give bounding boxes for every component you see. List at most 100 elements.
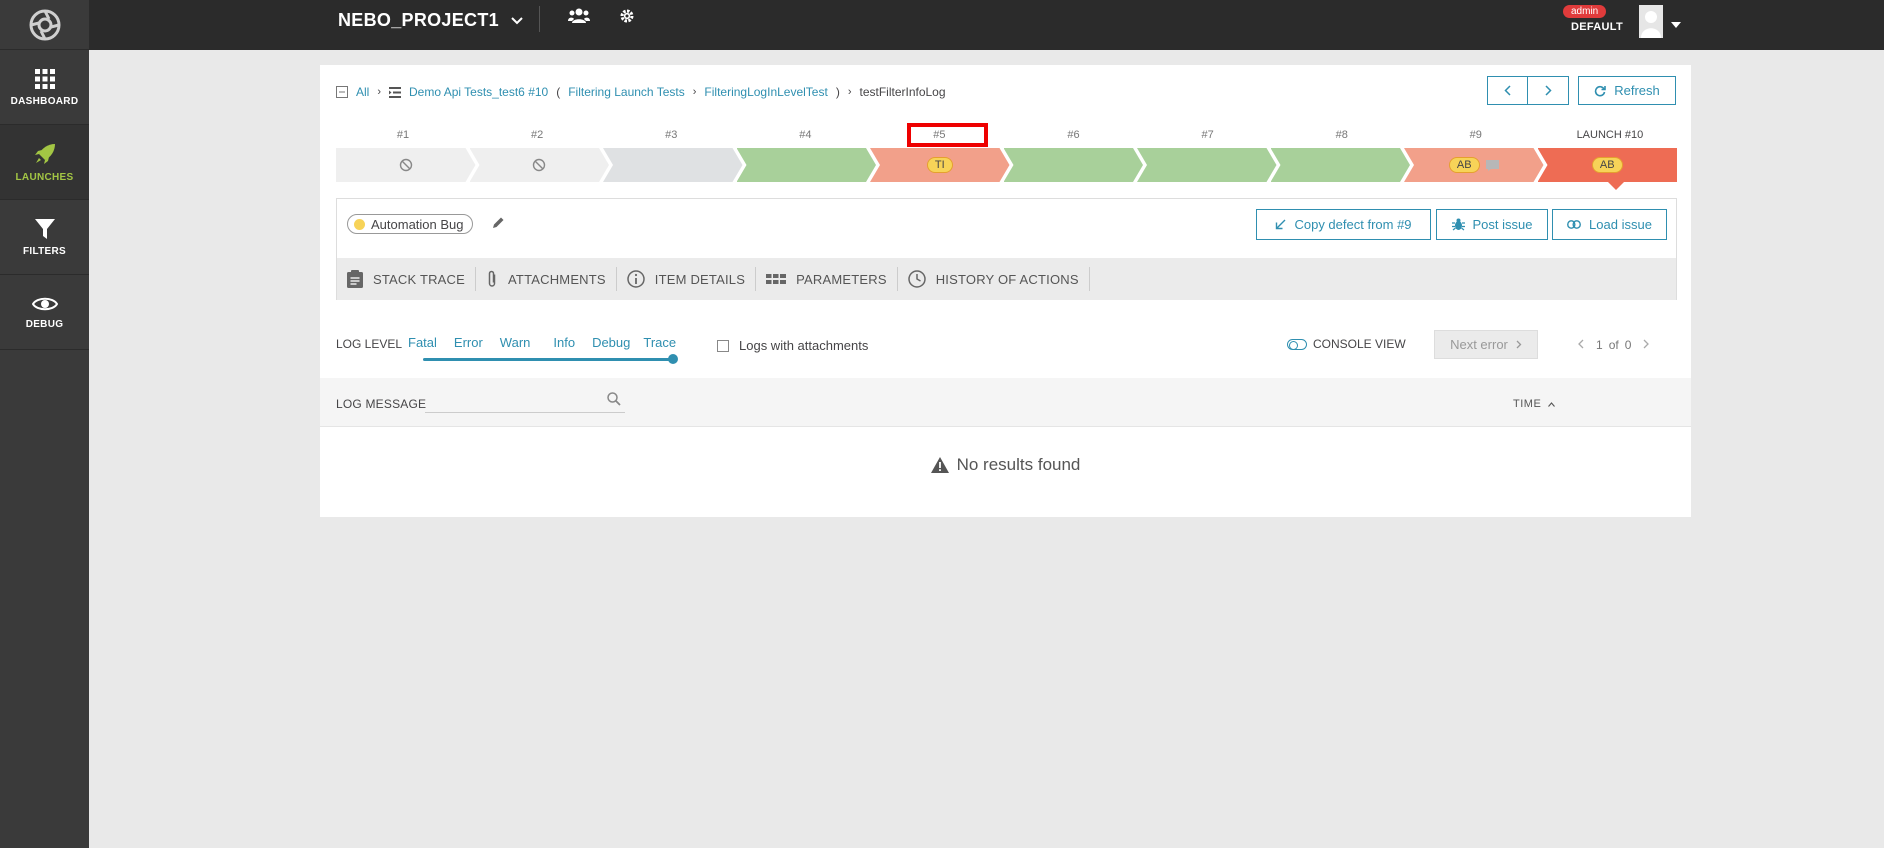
refresh-button[interactable]: Refresh bbox=[1578, 76, 1676, 105]
next-page-button[interactable] bbox=[1643, 338, 1650, 352]
log-level-debug[interactable]: Debug bbox=[592, 335, 630, 350]
breadcrumb-all[interactable]: All bbox=[356, 85, 369, 99]
breadcrumb-suite[interactable]: Filtering Launch Tests bbox=[568, 85, 685, 99]
settings-button[interactable] bbox=[619, 8, 635, 29]
copy-defect-button[interactable]: Copy defect from #9 bbox=[1256, 209, 1431, 240]
filter-icon bbox=[34, 218, 55, 239]
collapse-icon[interactable] bbox=[336, 86, 348, 98]
history-item-8[interactable] bbox=[1271, 148, 1411, 182]
breadcrumb: All › Demo Api Tests_test6 #10 ( Filteri… bbox=[336, 85, 946, 99]
defect-badge: TI bbox=[927, 157, 953, 173]
sidebar-item-debug[interactable]: DEBUG bbox=[0, 275, 89, 350]
sidebar-item-label: DASHBOARD bbox=[10, 95, 79, 107]
tab-attachments[interactable]: ATTACHMENTS bbox=[476, 267, 617, 291]
caret-down-icon bbox=[1671, 22, 1681, 28]
log-level-warn[interactable]: Warn bbox=[500, 335, 531, 350]
history-label: #2 bbox=[531, 129, 544, 141]
next-error-button[interactable]: Next error bbox=[1434, 330, 1538, 359]
history-item-7[interactable] bbox=[1137, 148, 1277, 182]
history-item-6[interactable] bbox=[1004, 148, 1144, 182]
tab-label: STACK TRACE bbox=[373, 271, 466, 287]
checkbox[interactable] bbox=[717, 339, 729, 352]
time-sort-header[interactable]: TIME bbox=[1513, 398, 1555, 410]
history-item-2[interactable] bbox=[470, 148, 610, 182]
history-label: #9 bbox=[1469, 129, 1482, 141]
log-level-trace[interactable]: Trace bbox=[643, 335, 676, 350]
log-level-slider-handle[interactable] bbox=[668, 354, 678, 364]
arrow-down-left-icon bbox=[1276, 219, 1286, 230]
pagination: 1 of 0 bbox=[1578, 338, 1650, 352]
post-issue-button[interactable]: Post issue bbox=[1436, 209, 1548, 240]
tab-label: ATTACHMENTS bbox=[508, 271, 606, 287]
eye-icon bbox=[31, 297, 58, 310]
defect-panel: Automation Bug Copy defect from #9 Post … bbox=[336, 198, 1677, 300]
next-item-button[interactable] bbox=[1528, 76, 1569, 105]
history-item-5[interactable]: TI bbox=[870, 148, 1010, 182]
tab-item-details[interactable]: ITEM DETAILS bbox=[617, 267, 757, 291]
clipboard-icon bbox=[347, 270, 363, 288]
logs-with-attachments-checkbox[interactable]: Logs with attachments bbox=[717, 338, 868, 353]
chevron-right-icon bbox=[1544, 85, 1552, 96]
log-level-label: LOG LEVEL bbox=[336, 337, 403, 351]
checkbox-label: Logs with attachments bbox=[739, 338, 869, 353]
defect-type-badge[interactable]: Automation Bug bbox=[347, 214, 473, 234]
grid-icon bbox=[34, 68, 55, 89]
load-issue-button[interactable]: Load issue bbox=[1552, 209, 1667, 240]
users-icon bbox=[568, 8, 590, 23]
details-tabs: STACK TRACE ATTACHMENTS ITEM DETAILS PAR… bbox=[337, 258, 1676, 300]
tab-parameters[interactable]: PARAMETERS bbox=[756, 267, 898, 291]
warning-icon bbox=[930, 457, 949, 473]
log-table-header: LOG MESSAGE TIME bbox=[320, 378, 1691, 427]
avatar[interactable] bbox=[1639, 5, 1663, 38]
chevron-right-icon: › bbox=[692, 86, 697, 98]
defect-badge: AB bbox=[1591, 157, 1623, 173]
load-issue-label: Load issue bbox=[1589, 217, 1652, 232]
pencil-icon bbox=[493, 217, 504, 228]
search-button[interactable] bbox=[607, 392, 621, 411]
history-item-3[interactable] bbox=[603, 148, 743, 182]
log-level-fatal[interactable]: Fatal bbox=[408, 335, 437, 350]
log-level-info[interactable]: Info bbox=[553, 335, 575, 350]
sidebar-item-label: LAUNCHES bbox=[15, 171, 74, 183]
highlight-box bbox=[907, 123, 988, 147]
edit-defect-button[interactable] bbox=[491, 216, 505, 235]
previous-page-button[interactable] bbox=[1578, 338, 1584, 352]
log-level-error[interactable]: Error bbox=[454, 335, 483, 350]
next-error-label: Next error bbox=[1450, 337, 1508, 352]
tab-history-of-actions[interactable]: HISTORY OF ACTIONS bbox=[898, 267, 1090, 291]
log-search-input[interactable] bbox=[425, 391, 625, 413]
tab-label: HISTORY OF ACTIONS bbox=[935, 271, 1079, 287]
link-icon bbox=[1567, 220, 1581, 229]
tab-label: ITEM DETAILS bbox=[654, 271, 746, 287]
previous-item-button[interactable] bbox=[1487, 76, 1528, 105]
tab-stack-trace[interactable]: STACK TRACE bbox=[337, 267, 477, 291]
empty-state: No results found bbox=[320, 455, 1691, 475]
toggle-switch[interactable] bbox=[1287, 338, 1307, 350]
console-view-toggle[interactable]: CONSOLE VIEW bbox=[1287, 337, 1406, 351]
page-total: 0 bbox=[1624, 338, 1632, 352]
skipped-icon bbox=[399, 158, 413, 172]
user-menu-toggle[interactable] bbox=[1671, 15, 1681, 33]
log-level-slider[interactable] bbox=[423, 358, 673, 361]
paperclip-icon bbox=[488, 270, 496, 287]
history-label: #1 bbox=[396, 129, 410, 141]
app-logo[interactable] bbox=[0, 0, 89, 50]
project-selector[interactable]: NEBO_PROJECT1 bbox=[338, 10, 523, 31]
history-item-4[interactable] bbox=[737, 148, 877, 182]
members-button[interactable] bbox=[568, 8, 590, 29]
sidebar-item-filters[interactable]: FILTERS bbox=[0, 200, 89, 275]
sidebar-item-launches[interactable]: LAUNCHES bbox=[0, 125, 89, 200]
clock-icon bbox=[907, 270, 926, 288]
history-item-1[interactable] bbox=[336, 148, 476, 182]
history-item-9[interactable]: AB bbox=[1404, 148, 1544, 182]
sidebar-item-dashboard[interactable]: DASHBOARD bbox=[0, 50, 89, 125]
breadcrumb-launch[interactable]: Demo Api Tests_test6 #10 bbox=[409, 85, 548, 99]
console-view-label: CONSOLE VIEW bbox=[1313, 337, 1406, 351]
breadcrumb-test[interactable]: FilteringLogInLevelTest bbox=[704, 85, 827, 99]
chevron-left-icon bbox=[1578, 339, 1584, 349]
history-item-current[interactable]: AB bbox=[1537, 148, 1677, 182]
page-of: of bbox=[1608, 338, 1619, 352]
test-item-card: All › Demo Api Tests_test6 #10 ( Filteri… bbox=[320, 65, 1691, 517]
copy-defect-label: Copy defect from #9 bbox=[1294, 217, 1412, 232]
breadcrumb-paren: ( bbox=[556, 85, 561, 99]
